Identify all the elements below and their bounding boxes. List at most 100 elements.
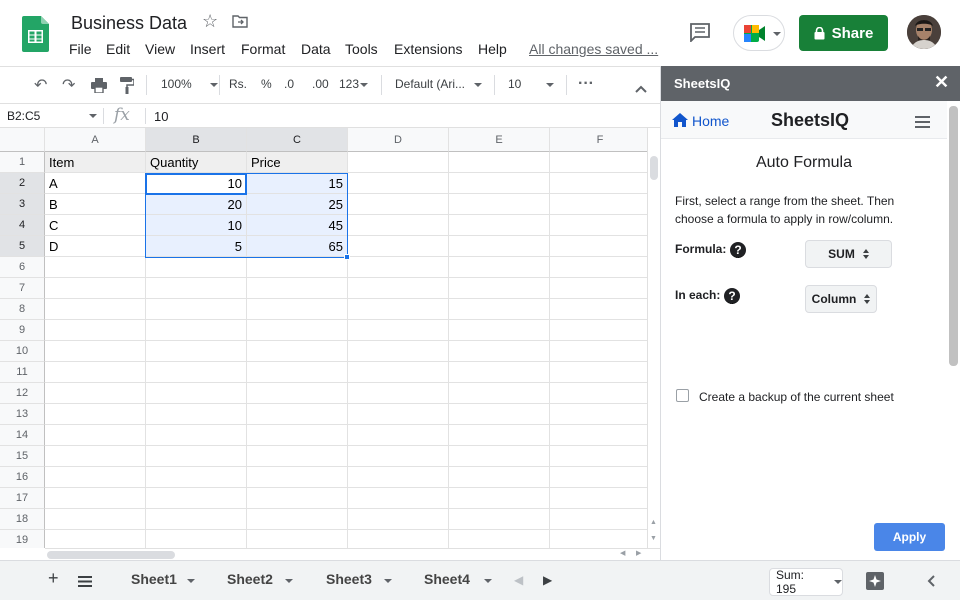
menu-view[interactable]: View: [145, 41, 175, 57]
row-header[interactable]: 8: [0, 299, 45, 320]
apply-button[interactable]: Apply: [874, 523, 945, 551]
column-header[interactable]: E: [449, 128, 550, 152]
explore-icon[interactable]: [866, 572, 884, 595]
cell-c1[interactable]: Price: [247, 152, 348, 173]
sheet-tab-caret-icon[interactable]: [285, 579, 293, 583]
hamburger-menu-icon[interactable]: [915, 115, 930, 133]
currency-format-button[interactable]: Rs.: [229, 77, 247, 91]
redo-icon[interactable]: ↷: [62, 75, 75, 95]
row-header[interactable]: 13: [0, 404, 45, 425]
row-header[interactable]: 9: [0, 320, 45, 341]
row-header[interactable]: 1: [0, 152, 45, 173]
formula-select[interactable]: SUM: [805, 240, 892, 268]
star-icon[interactable]: ☆: [202, 11, 218, 32]
menu-file[interactable]: File: [69, 41, 92, 57]
menu-help[interactable]: Help: [478, 41, 507, 57]
row-header[interactable]: 2: [0, 173, 45, 194]
sheet-tab[interactable]: Sheet3: [311, 561, 405, 600]
meet-button[interactable]: [733, 15, 785, 51]
name-box-caret-icon[interactable]: [89, 114, 97, 118]
fill-handle[interactable]: [344, 254, 350, 260]
row-header[interactable]: 12: [0, 383, 45, 404]
menu-data[interactable]: Data: [301, 41, 331, 57]
font-family-select[interactable]: Default (Ari...: [395, 77, 483, 91]
collapse-side-panel-icon[interactable]: [927, 574, 935, 592]
more-options-icon[interactable]: ···: [578, 75, 594, 93]
print-icon[interactable]: [91, 78, 107, 98]
menu-format[interactable]: Format: [241, 41, 285, 57]
comment-history-icon[interactable]: [689, 22, 711, 44]
scroll-down-icon[interactable]: ▼: [650, 535, 657, 542]
scroll-up-icon[interactable]: ▲: [650, 519, 657, 526]
formula-help-icon[interactable]: ?: [730, 242, 746, 258]
row-header[interactable]: 15: [0, 446, 45, 467]
spreadsheet-grid[interactable]: A B C D E F 1 2 3 4 5 6 7 8 9 10 11 12 1…: [0, 128, 660, 548]
document-title[interactable]: Business Data: [71, 13, 187, 34]
sidebar-scrollbar[interactable]: [949, 106, 958, 366]
in-each-select[interactable]: Column: [805, 285, 877, 313]
row-header[interactable]: 6: [0, 257, 45, 278]
cell-a5[interactable]: D: [45, 236, 146, 257]
column-header[interactable]: B: [146, 128, 247, 152]
undo-icon[interactable]: ↶: [34, 75, 47, 95]
sheet-tab-caret-icon[interactable]: [187, 579, 195, 583]
cell-b1[interactable]: Quantity: [146, 152, 247, 173]
menu-edit[interactable]: Edit: [106, 41, 130, 57]
move-folder-icon[interactable]: [232, 14, 248, 28]
font-size-select[interactable]: 10: [508, 77, 555, 91]
row-header[interactable]: 3: [0, 194, 45, 215]
save-status-link[interactable]: All changes saved ...: [529, 41, 658, 57]
row-header[interactable]: 7: [0, 278, 45, 299]
column-header[interactable]: F: [550, 128, 651, 152]
avatar[interactable]: [907, 15, 941, 49]
increase-decimal-button[interactable]: .00: [312, 77, 329, 91]
backup-label[interactable]: Create a backup of the current sheet: [699, 390, 894, 404]
column-header[interactable]: D: [348, 128, 449, 152]
collapse-toolbar-icon[interactable]: [635, 80, 647, 98]
add-sheet-icon[interactable]: +: [48, 568, 59, 589]
row-header[interactable]: 4: [0, 215, 45, 236]
scroll-tabs-right-icon[interactable]: ▶: [543, 573, 552, 587]
scroll-left-icon[interactable]: ◀: [620, 549, 625, 557]
formula-input[interactable]: 10: [154, 109, 168, 124]
vertical-scroll-thumb[interactable]: [650, 156, 658, 180]
vertical-scrollbar[interactable]: ▲ ▼: [647, 128, 660, 548]
horizontal-scrollbar[interactable]: ◀ ▶: [45, 548, 660, 560]
horizontal-scroll-thumb[interactable]: [47, 551, 175, 559]
zoom-select[interactable]: 100%: [161, 77, 218, 91]
menu-insert[interactable]: Insert: [190, 41, 225, 57]
column-header[interactable]: C: [247, 128, 348, 152]
row-header[interactable]: 14: [0, 425, 45, 446]
sum-select[interactable]: Sum: 195: [769, 568, 843, 596]
name-box[interactable]: B2:C5: [7, 109, 40, 123]
menu-extensions[interactable]: Extensions: [394, 41, 462, 57]
scroll-right-icon[interactable]: ▶: [636, 549, 641, 557]
sheet-tab-caret-icon[interactable]: [384, 579, 392, 583]
select-all-corner[interactable]: [0, 128, 45, 152]
cell-a4[interactable]: C: [45, 215, 146, 236]
backup-checkbox[interactable]: [676, 389, 689, 402]
sheets-logo-icon[interactable]: [22, 16, 49, 52]
cell-a3[interactable]: B: [45, 194, 146, 215]
sheet-tab[interactable]: Sheet4: [409, 561, 503, 600]
scroll-tabs-left-icon[interactable]: ◀: [514, 573, 523, 587]
in-each-help-icon[interactable]: ?: [724, 288, 740, 304]
sheet-tab[interactable]: Sheet2: [212, 561, 306, 600]
paint-format-icon[interactable]: [120, 77, 135, 99]
row-header[interactable]: 5: [0, 236, 45, 257]
row-header[interactable]: 19: [0, 530, 45, 548]
row-header[interactable]: 10: [0, 341, 45, 362]
close-icon[interactable]: ✕: [934, 72, 949, 93]
all-sheets-icon[interactable]: [78, 574, 92, 592]
share-button[interactable]: Share: [799, 15, 888, 51]
row-header[interactable]: 17: [0, 488, 45, 509]
menu-tools[interactable]: Tools: [345, 41, 378, 57]
row-header[interactable]: 18: [0, 509, 45, 530]
sheet-tab-caret-icon[interactable]: [484, 579, 492, 583]
home-link[interactable]: Home: [692, 113, 729, 129]
row-header[interactable]: 11: [0, 362, 45, 383]
column-header[interactable]: A: [45, 128, 146, 152]
home-icon[interactable]: [672, 113, 688, 132]
decrease-decimal-button[interactable]: .0: [284, 77, 294, 91]
more-formats-select[interactable]: 123: [339, 77, 369, 91]
